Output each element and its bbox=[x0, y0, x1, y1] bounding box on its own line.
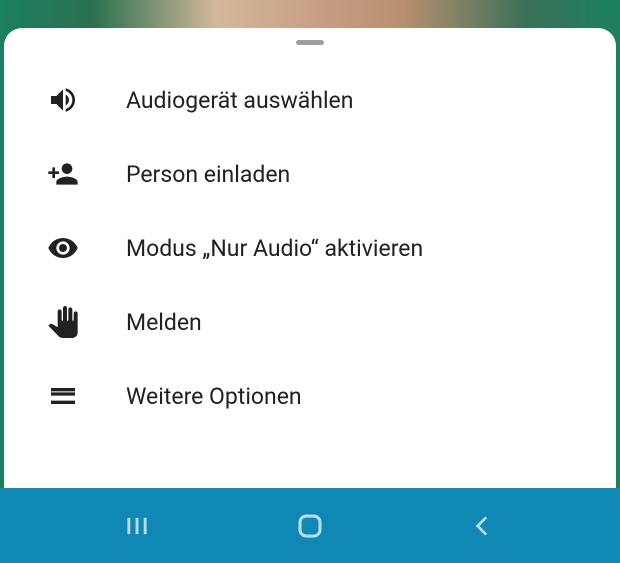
menu-icon bbox=[46, 379, 80, 413]
menu-label: Weitere Optionen bbox=[126, 383, 302, 410]
menu-label: Person einladen bbox=[126, 161, 290, 188]
bottom-sheet: Audiogerät auswählen Person einladen Mod… bbox=[4, 28, 616, 488]
menu-item-invite[interactable]: Person einladen bbox=[4, 137, 616, 211]
menu-item-audio-device[interactable]: Audiogerät auswählen bbox=[4, 63, 616, 137]
eye-icon bbox=[46, 231, 80, 265]
home-button[interactable] bbox=[290, 506, 330, 546]
android-navbar bbox=[0, 488, 620, 563]
menu-item-raise-hand[interactable]: Melden bbox=[4, 285, 616, 359]
person-add-icon bbox=[46, 157, 80, 191]
recents-button[interactable] bbox=[117, 506, 157, 546]
menu-item-audio-only[interactable]: Modus „Nur Audio“ aktivieren bbox=[4, 211, 616, 285]
back-button[interactable] bbox=[463, 506, 503, 546]
menu-label: Modus „Nur Audio“ aktivieren bbox=[126, 235, 423, 262]
hand-icon bbox=[46, 305, 80, 339]
menu-label: Melden bbox=[126, 309, 202, 336]
menu-label: Audiogerät auswählen bbox=[126, 87, 353, 114]
drag-handle[interactable] bbox=[296, 40, 324, 45]
menu-item-more[interactable]: Weitere Optionen bbox=[4, 359, 616, 433]
speaker-icon bbox=[46, 83, 80, 117]
